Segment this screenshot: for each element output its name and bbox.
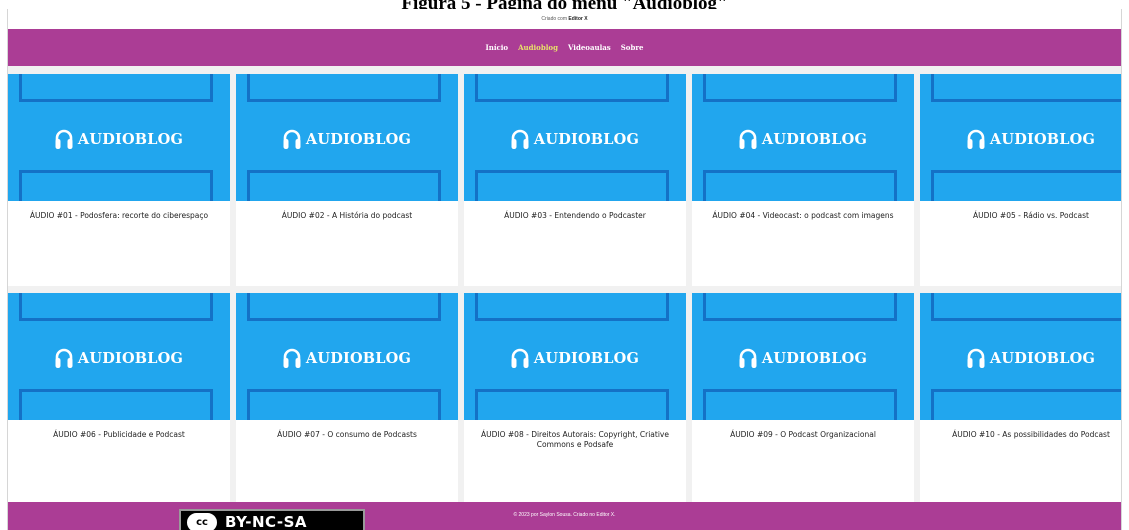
post-thumbnail[interactable]: AUDIOBLOG — [920, 74, 1121, 201]
headphones-icon — [967, 348, 985, 368]
post-card[interactable]: AUDIOBLOG ÁUDIO #03 - Entendendo o Podca… — [464, 74, 686, 286]
site-footer: cc BY-NC-SA © 2023 por Saylon Sousa. Cri… — [8, 502, 1121, 530]
thumb-brand: AUDIOBLOG — [920, 128, 1121, 150]
thumb-frame-bottom — [247, 170, 441, 201]
post-title[interactable]: ÁUDIO #08 - Direitos Autorais: Copyright… — [464, 420, 686, 450]
post-thumbnail[interactable]: AUDIOBLOG — [464, 293, 686, 420]
post-title[interactable]: ÁUDIO #10 - As possibilidades do Podcast — [920, 420, 1121, 440]
headphones-icon — [55, 129, 73, 149]
thumb-brand: AUDIOBLOG — [692, 128, 914, 150]
post-card[interactable]: AUDIOBLOG ÁUDIO #09 - O Podcast Organiza… — [692, 293, 914, 505]
thumb-label: AUDIOBLOG — [77, 130, 184, 148]
thumb-label: AUDIOBLOG — [533, 349, 640, 367]
thumb-frame-top — [931, 74, 1121, 102]
thumb-frame-top — [475, 293, 669, 321]
post-card[interactable]: AUDIOBLOG ÁUDIO #10 - As possibilidades … — [920, 293, 1121, 505]
post-thumbnail[interactable]: AUDIOBLOG — [236, 74, 458, 201]
post-title[interactable]: ÁUDIO #03 - Entendendo o Podcaster — [464, 201, 686, 221]
headphones-icon — [283, 348, 301, 368]
thumb-label: AUDIOBLOG — [989, 349, 1096, 367]
post-card[interactable]: AUDIOBLOG ÁUDIO #07 - O consumo de Podca… — [236, 293, 458, 505]
website-viewport: Criado com Editor X Início Audioblog Vid… — [7, 9, 1122, 530]
thumb-frame-bottom — [19, 389, 213, 420]
headphones-icon — [55, 348, 73, 368]
thumb-frame-top — [703, 293, 897, 321]
headphones-icon — [739, 348, 757, 368]
post-card[interactable]: AUDIOBLOG ÁUDIO #05 - Rádio vs. Podcast — [920, 74, 1121, 286]
post-thumbnail[interactable]: AUDIOBLOG — [920, 293, 1121, 420]
thumb-frame-top — [703, 74, 897, 102]
thumb-brand: AUDIOBLOG — [236, 347, 458, 369]
thumb-frame-bottom — [475, 170, 669, 201]
post-thumbnail[interactable]: AUDIOBLOG — [692, 293, 914, 420]
thumb-frame-bottom — [931, 389, 1121, 420]
thumb-frame-bottom — [475, 389, 669, 420]
banner-brand: Editor X — [568, 16, 588, 22]
thumb-frame-top — [931, 293, 1121, 321]
post-thumbnail[interactable]: AUDIOBLOG — [464, 74, 686, 201]
thumb-brand: AUDIOBLOG — [464, 347, 686, 369]
post-title[interactable]: ÁUDIO #09 - O Podcast Organizacional — [692, 420, 914, 440]
headphones-icon — [739, 129, 757, 149]
editor-x-banner[interactable]: Criado com Editor X — [8, 9, 1121, 29]
thumb-brand: AUDIOBLOG — [236, 128, 458, 150]
thumb-label: AUDIOBLOG — [305, 130, 412, 148]
thumb-frame-top — [475, 74, 669, 102]
nav-item-videoaulas[interactable]: Videoaulas — [568, 43, 611, 52]
thumb-frame-bottom — [931, 170, 1121, 201]
thumb-frame-bottom — [247, 389, 441, 420]
thumb-frame-top — [247, 74, 441, 102]
main-nav: Início Audioblog Videoaulas Sobre — [8, 29, 1121, 66]
post-card[interactable]: AUDIOBLOG ÁUDIO #08 - Direitos Autorais:… — [464, 293, 686, 505]
banner-prefix: Criado com — [541, 16, 567, 22]
thumb-label: AUDIOBLOG — [761, 349, 868, 367]
nav-item-inicio[interactable]: Início — [485, 43, 508, 52]
thumb-frame-bottom — [19, 170, 213, 201]
post-grid: AUDIOBLOG ÁUDIO #01 - Podosfera: recorte… — [8, 74, 1121, 505]
post-thumbnail[interactable]: AUDIOBLOG — [692, 74, 914, 201]
thumb-label: AUDIOBLOG — [989, 130, 1096, 148]
thumb-label: AUDIOBLOG — [305, 349, 412, 367]
post-title[interactable]: ÁUDIO #04 - Videocast: o podcast com ima… — [692, 201, 914, 221]
post-card[interactable]: AUDIOBLOG ÁUDIO #06 - Publicidade e Podc… — [8, 293, 230, 505]
thumb-brand: AUDIOBLOG — [464, 128, 686, 150]
headphones-icon — [283, 129, 301, 149]
post-title[interactable]: ÁUDIO #07 - O consumo de Podcasts — [236, 420, 458, 440]
post-title[interactable]: ÁUDIO #05 - Rádio vs. Podcast — [920, 201, 1121, 221]
thumb-label: AUDIOBLOG — [533, 130, 640, 148]
post-title[interactable]: ÁUDIO #01 - Podosfera: recorte do cibere… — [8, 201, 230, 221]
thumb-label: AUDIOBLOG — [761, 130, 868, 148]
headphones-icon — [511, 129, 529, 149]
thumb-frame-bottom — [703, 389, 897, 420]
footer-credit: © 2023 por Saylon Sousa. Criado no Edito… — [513, 512, 616, 518]
thumb-frame-top — [19, 293, 213, 321]
post-thumbnail[interactable]: AUDIOBLOG — [8, 74, 230, 201]
post-title[interactable]: ÁUDIO #02 - A História do podcast — [236, 201, 458, 221]
thumb-frame-bottom — [703, 170, 897, 201]
post-thumbnail[interactable]: AUDIOBLOG — [8, 293, 230, 420]
post-title[interactable]: ÁUDIO #06 - Publicidade e Podcast — [8, 420, 230, 440]
thumb-brand: AUDIOBLOG — [920, 347, 1121, 369]
headphones-icon — [511, 348, 529, 368]
thumb-brand: AUDIOBLOG — [8, 128, 230, 150]
post-card[interactable]: AUDIOBLOG ÁUDIO #01 - Podosfera: recorte… — [8, 74, 230, 286]
thumb-frame-top — [247, 293, 441, 321]
thumb-brand: AUDIOBLOG — [8, 347, 230, 369]
thumb-frame-top — [19, 74, 213, 102]
nav-item-sobre[interactable]: Sobre — [621, 43, 644, 52]
post-card[interactable]: AUDIOBLOG ÁUDIO #04 - Videocast: o podca… — [692, 74, 914, 286]
thumb-brand: AUDIOBLOG — [692, 347, 914, 369]
post-thumbnail[interactable]: AUDIOBLOG — [236, 293, 458, 420]
post-card[interactable]: AUDIOBLOG ÁUDIO #02 - A História do podc… — [236, 74, 458, 286]
nav-item-audioblog[interactable]: Audioblog — [518, 43, 558, 52]
thumb-label: AUDIOBLOG — [77, 349, 184, 367]
headphones-icon — [967, 129, 985, 149]
